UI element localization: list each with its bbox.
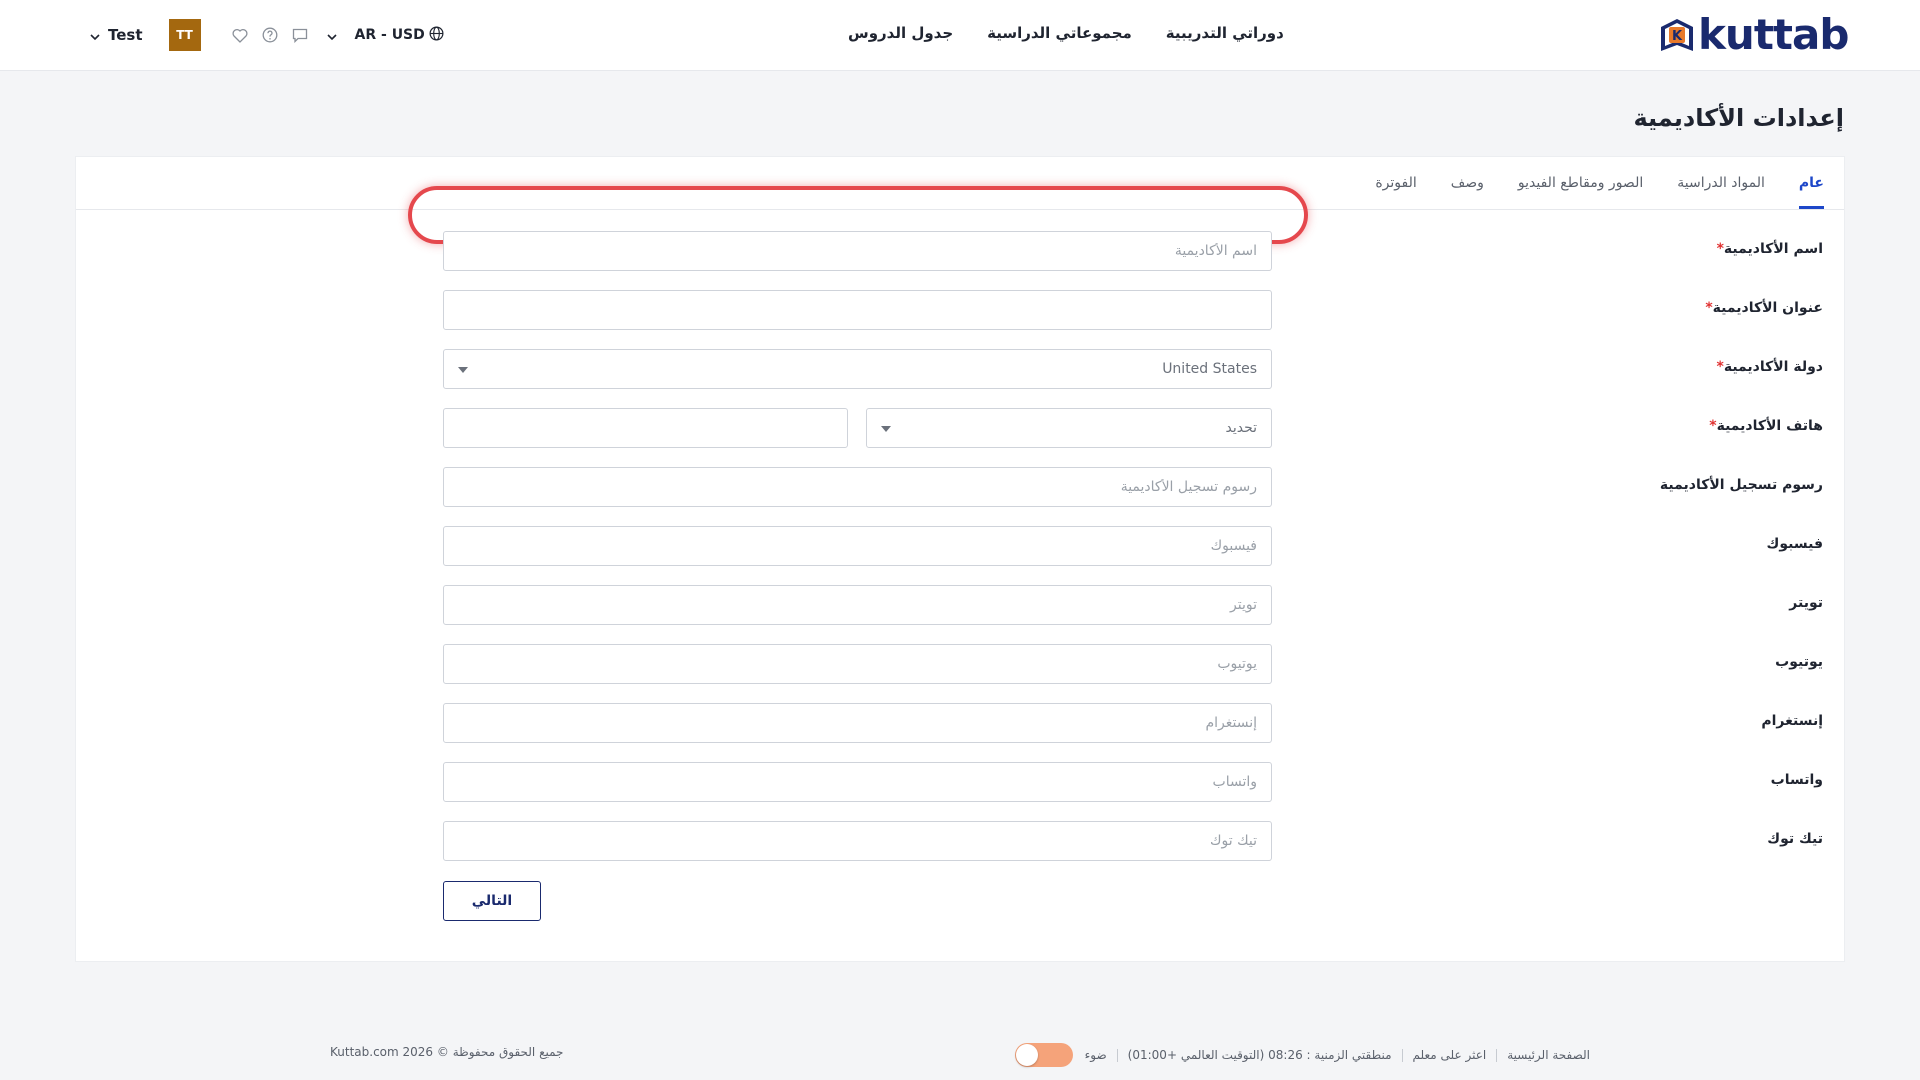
user-menu[interactable]: Test TT	[90, 19, 201, 51]
language-currency-switch[interactable]: AR - USD	[326, 26, 444, 45]
chat-icon[interactable]	[291, 26, 309, 44]
whatsapp-input[interactable]	[443, 762, 1272, 802]
phone-number-input[interactable]	[443, 408, 848, 448]
twitter-label: تويتر	[1789, 595, 1823, 611]
instagram-label: إنستغرام	[1761, 713, 1823, 729]
globe-icon	[429, 26, 444, 45]
chevron-down-icon	[90, 26, 100, 45]
registration-fee-input[interactable]	[443, 467, 1272, 507]
tab-subjects[interactable]: المواد الدراسية	[1677, 157, 1765, 209]
footer-divider	[1401, 1048, 1403, 1062]
footer-find-teacher-link[interactable]: اعثر على معلم	[1413, 1048, 1487, 1062]
academy-country-label-text: دولة الأكاديمية	[1723, 359, 1823, 375]
tiktok-label: تيك توك	[1767, 831, 1823, 847]
tab-description[interactable]: وصف	[1451, 157, 1484, 209]
tab-billing[interactable]: الفوترة	[1375, 157, 1416, 209]
footer-timezone: منطقتي الزمنية : 08:26 (التوقيت العالمي …	[1127, 1048, 1392, 1062]
nav-my-courses[interactable]: دوراتي التدريبية	[1166, 24, 1284, 42]
instagram-input[interactable]	[443, 703, 1272, 743]
youtube-input[interactable]	[443, 644, 1272, 684]
nav-schedule[interactable]: جدول الدروس	[848, 24, 953, 42]
phone-code-selected: تحديد	[1225, 420, 1257, 436]
settings-card: عام المواد الدراسية الصور ومقاطع الفيديو…	[75, 156, 1845, 962]
toggle-knob	[1015, 1044, 1038, 1066]
facebook-input[interactable]	[443, 526, 1272, 566]
academy-name-input[interactable]	[443, 231, 1272, 271]
caret-down-icon	[458, 367, 468, 373]
tabs-divider	[76, 209, 1844, 210]
academy-country-label: دولة الأكاديمية*	[1623, 359, 1824, 375]
header-utilities: Test TT AR - USD	[90, 18, 444, 52]
required-mark: *	[1716, 359, 1724, 375]
whatsapp-label: واتساب	[1770, 772, 1823, 788]
caret-down-icon	[881, 426, 891, 432]
academy-name-label-text: اسم الأكاديمية	[1723, 241, 1823, 257]
tab-media[interactable]: الصور ومقاطع الفيديو	[1518, 157, 1643, 209]
footer-home-link[interactable]: الصفحة الرئيسية	[1507, 1048, 1590, 1062]
nav-study-groups[interactable]: مجموعاتي الدراسية	[987, 24, 1132, 42]
next-button[interactable]: التالي	[443, 881, 541, 921]
academy-country-select[interactable]: United States	[443, 349, 1272, 389]
help-circle-icon[interactable]	[261, 26, 279, 44]
theme-toggle[interactable]	[1014, 1043, 1073, 1067]
youtube-label: يوتيوب	[1775, 654, 1823, 670]
phone-code-select[interactable]: تحديد	[866, 408, 1272, 448]
required-mark: *	[1709, 418, 1717, 434]
theme-label: ضوء	[1084, 1048, 1107, 1062]
tiktok-input[interactable]	[443, 821, 1272, 861]
page-title: إعدادات الأكاديمية	[1633, 104, 1844, 132]
heart-icon[interactable]	[231, 26, 249, 44]
language-currency-label: AR - USD	[354, 27, 425, 43]
academy-address-label-text: عنوان الأكاديمية	[1712, 300, 1823, 316]
footer-divider	[1496, 1048, 1498, 1062]
footer-divider	[1116, 1048, 1118, 1062]
academy-name-label: اسم الأكاديمية*	[1623, 241, 1823, 257]
registration-fee-label: رسوم تسجيل الأكاديمية	[1659, 477, 1823, 493]
academy-phone-label: هاتف الأكاديمية*	[1623, 418, 1823, 434]
country-selected-value: United States	[1162, 361, 1257, 377]
logo-text: kuttab	[1698, 10, 1849, 59]
footer-copyright: جميع الحقوق محفوظة © 2026 Kuttab.com	[330, 1045, 564, 1059]
academy-address-label: عنوان الأكاديمية*	[1623, 300, 1823, 316]
settings-tabs: عام المواد الدراسية الصور ومقاطع الفيديو…	[1375, 157, 1825, 209]
required-mark: *	[1716, 241, 1724, 257]
avatar[interactable]: TT	[168, 19, 201, 51]
book-logo-icon: K	[1658, 15, 1696, 55]
academy-address-input[interactable]	[443, 290, 1272, 330]
twitter-input[interactable]	[443, 585, 1272, 625]
required-mark: *	[1705, 300, 1713, 316]
facebook-label: فيسبوك	[1766, 536, 1823, 552]
chevron-down-icon	[326, 26, 337, 45]
user-name: Test	[108, 26, 143, 44]
academy-phone-label-text: هاتف الأكاديمية	[1716, 418, 1823, 434]
footer-links: الصفحة الرئيسية اعثر على معلم منطقتي الز…	[1014, 1043, 1590, 1067]
kuttab-logo[interactable]: K kuttab	[1658, 14, 1849, 56]
tab-general[interactable]: عام	[1798, 157, 1825, 209]
top-header: K kuttab جدول الدروس مجموعاتي الدراسية د…	[0, 0, 1920, 71]
main-nav: جدول الدروس مجموعاتي الدراسية دوراتي الت…	[848, 24, 1284, 42]
logo-mark-letter: K	[1672, 29, 1683, 44]
